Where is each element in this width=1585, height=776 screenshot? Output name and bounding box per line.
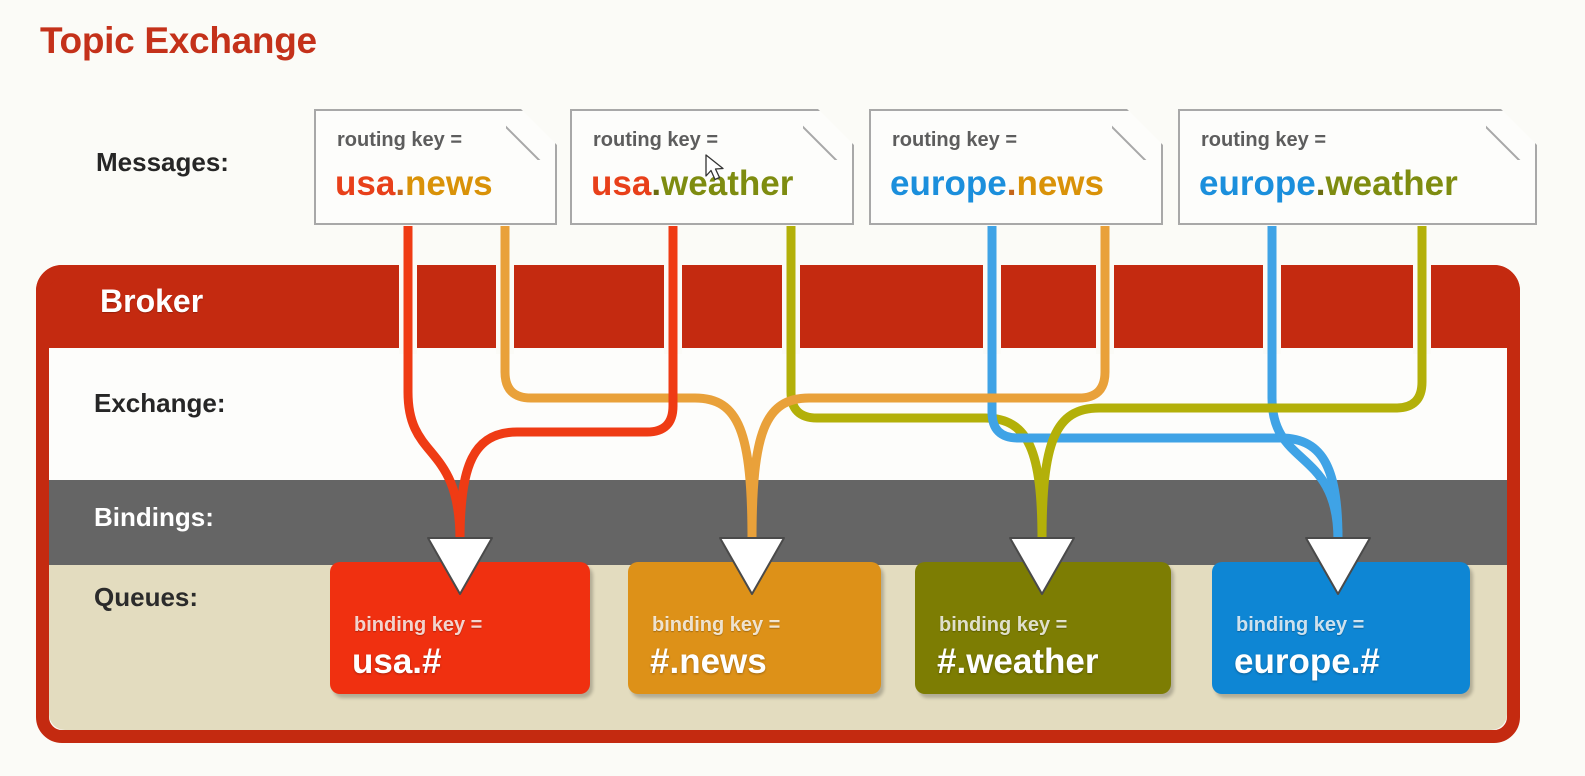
routing-key-token: europe [890, 164, 1007, 203]
queue-box[interactable]: binding key = #.weather [915, 562, 1171, 694]
routing-key-label: routing key = [1201, 129, 1327, 151]
binding-key-label: binding key = [1236, 614, 1365, 636]
binding-key-value: usa.# [352, 642, 442, 681]
routing-key-token: news [1016, 164, 1104, 203]
message-card: routing key = usa.news [314, 109, 557, 225]
routing-key-token: weather [661, 164, 794, 203]
binding-key-label: binding key = [939, 614, 1068, 636]
routing-key-token: . [395, 164, 406, 203]
message-card: routing key = usa.weather [570, 109, 854, 225]
binding-key-value: #.news [650, 642, 767, 681]
binding-key-value: europe.# [1234, 642, 1380, 681]
routing-key-token: . [651, 164, 662, 203]
binding-key-label: binding key = [354, 614, 483, 636]
message-card: routing key = europe.news [869, 109, 1163, 225]
routing-key-label: routing key = [593, 129, 719, 151]
routing-key-label: routing key = [337, 129, 463, 151]
diagram-canvas: Topic Exchange Messages: routing key = us… [0, 0, 1585, 776]
routing-key-token: . [1006, 164, 1017, 203]
routing-key-value: usa.weather [591, 164, 793, 204]
routing-key-value: europe.news [890, 164, 1104, 204]
page-fold-icon [1127, 109, 1163, 145]
page-fold-icon [818, 109, 854, 145]
routing-key-token: news [405, 164, 493, 203]
row-label-bindings: Bindings: [94, 502, 214, 532]
page-fold-icon [521, 109, 557, 145]
queue-box[interactable]: binding key = europe.# [1212, 562, 1470, 694]
queue-box[interactable]: binding key = #.news [628, 562, 881, 694]
routing-key-token: weather [1325, 164, 1458, 203]
routing-key-token: . [1315, 164, 1326, 203]
row-label-messages: Messages: [96, 147, 229, 177]
page-fold-icon [1501, 109, 1537, 145]
message-card: routing key = europe.weather [1178, 109, 1537, 225]
routing-key-label: routing key = [892, 129, 1018, 151]
queue-box[interactable]: binding key = usa.# [330, 562, 590, 694]
routing-key-token: usa [591, 164, 652, 203]
routing-key-token: europe [1199, 164, 1316, 203]
routing-key-value: usa.news [335, 164, 493, 204]
row-label-exchange: Exchange: [94, 388, 226, 418]
routing-key-token: usa [335, 164, 396, 203]
page-title: Topic Exchange [40, 20, 317, 61]
row-label-queues: Queues: [94, 582, 199, 612]
binding-key-label: binding key = [652, 614, 781, 636]
binding-key-value: #.weather [937, 642, 1099, 681]
routing-key-value: europe.weather [1199, 164, 1458, 204]
